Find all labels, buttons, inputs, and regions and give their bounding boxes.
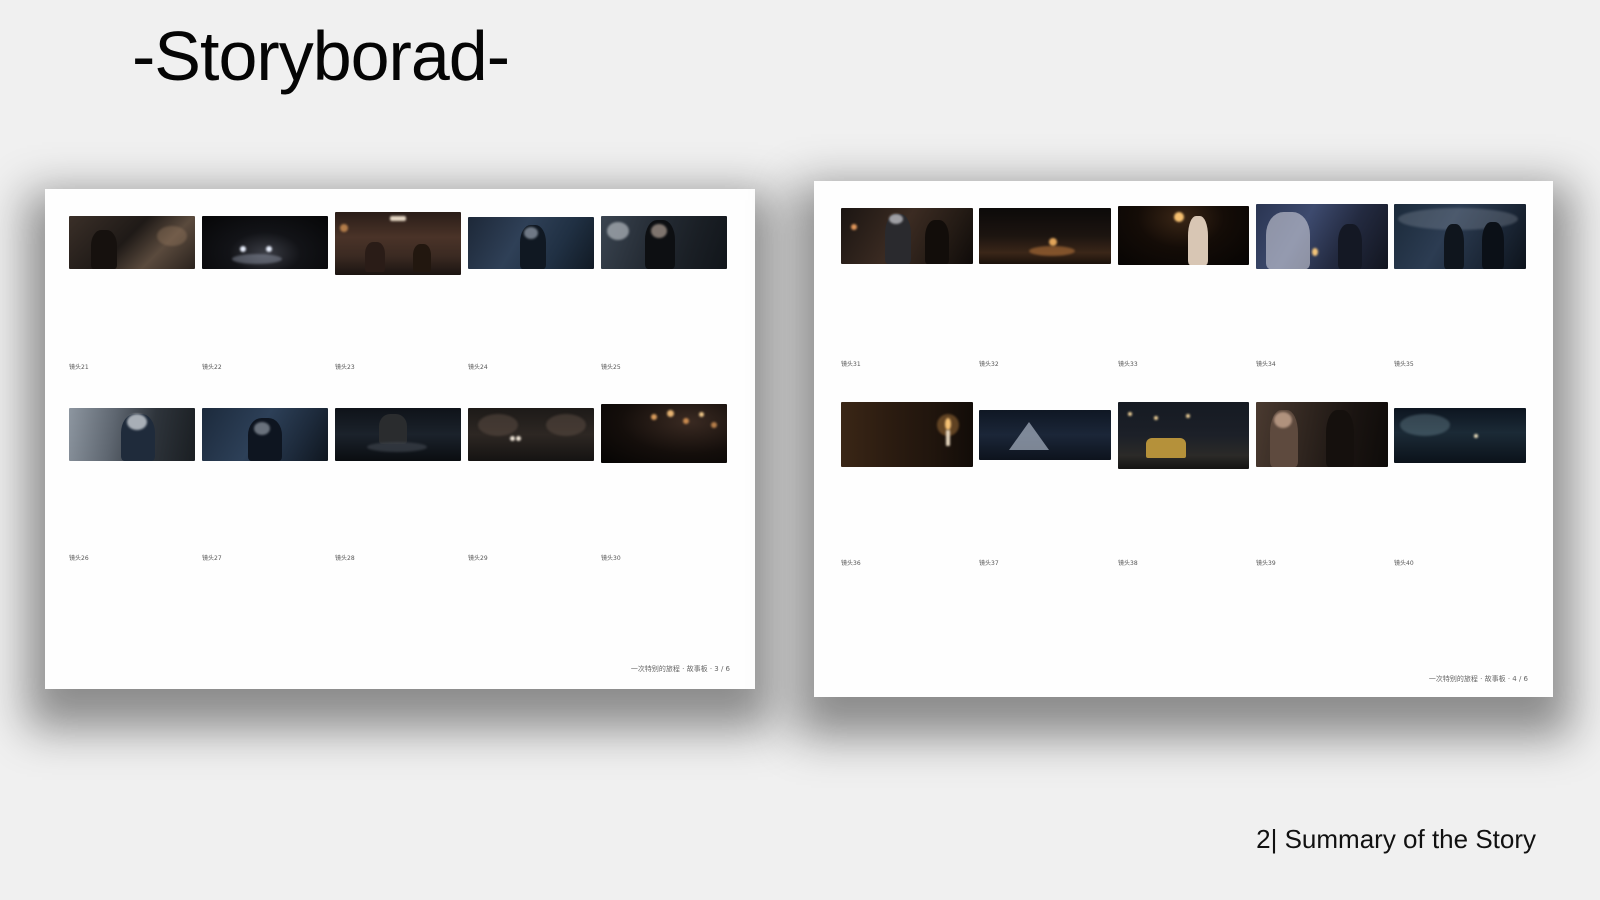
storyboard-frame — [202, 408, 328, 461]
shot-label: 镜头40 — [1394, 560, 1414, 567]
storyboard-frame — [335, 408, 461, 461]
shot-label: 镜头38 — [1118, 560, 1138, 567]
shot-label: 镜头36 — [841, 560, 861, 567]
storyboard-frame — [601, 216, 727, 269]
storyboard-frame — [601, 404, 727, 463]
shot-label: 镜头31 — [841, 361, 861, 368]
sheet-page-footer: 一次特别的旅程 · 故事板 · 4 / 6 — [1428, 675, 1528, 683]
storyboard-frame — [979, 208, 1111, 264]
storyboard-frame — [841, 208, 973, 264]
section-caption: 2| Summary of the Story — [1256, 824, 1536, 854]
storyboard-frame — [841, 402, 973, 467]
shot-label: 镜头37 — [979, 560, 999, 567]
storyboard-frame — [202, 216, 328, 269]
shot-label: 镜头28 — [335, 555, 355, 562]
storyboard-frame — [69, 408, 195, 461]
shot-label: 镜头30 — [601, 555, 621, 562]
storyboard-frame — [1256, 204, 1388, 269]
shot-label: 镜头25 — [601, 364, 621, 371]
storyboard-frame — [335, 212, 461, 275]
page-title: -Storyborad- — [132, 17, 510, 95]
shot-label: 镜头23 — [335, 364, 355, 371]
storyboard-frame — [1118, 206, 1249, 265]
shot-label: 镜头34 — [1256, 361, 1276, 368]
storyboard-frame — [468, 217, 594, 269]
shot-label: 镜头27 — [202, 555, 222, 562]
storyboard-frame — [69, 216, 195, 269]
shot-label: 镜头35 — [1394, 361, 1414, 368]
shot-label: 镜头29 — [468, 555, 488, 562]
shot-label: 镜头33 — [1118, 361, 1138, 368]
shot-label: 镜头39 — [1256, 560, 1276, 567]
storyboard-frame — [1118, 402, 1249, 469]
storyboard-sheet: 镜头21 镜头22 镜头23 镜头24 镜头25 镜头26 镜头27 镜头28 … — [45, 189, 755, 689]
shot-label: 镜头26 — [69, 555, 89, 562]
shot-label: 镜头21 — [69, 364, 89, 371]
shot-label: 镜头22 — [202, 364, 222, 371]
sheet-page-footer: 一次特别的旅程 · 故事板 · 3 / 6 — [630, 665, 730, 673]
storyboard-frame — [979, 410, 1111, 460]
storyboard-frame — [1394, 408, 1526, 463]
storyboard-frame — [1256, 402, 1388, 467]
storyboard-frame — [1394, 204, 1526, 269]
storyboard-sheet: 镜头31 镜头32 镜头33 镜头34 镜头35 镜头36 镜头37 镜头38 … — [814, 181, 1553, 697]
storyboard-frame — [468, 408, 594, 461]
shot-label: 镜头24 — [468, 364, 488, 371]
shot-label: 镜头32 — [979, 361, 999, 368]
